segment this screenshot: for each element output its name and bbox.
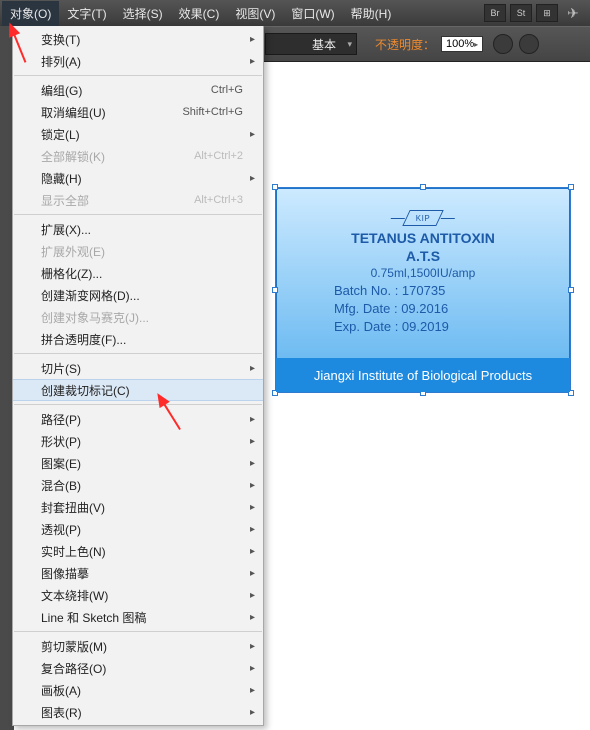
menu-item-shortcut: Shift+Ctrl+G bbox=[182, 106, 243, 118]
menu-item-label: 实时上色(N) bbox=[41, 543, 106, 560]
menu-item[interactable]: 封套扭曲(V) bbox=[13, 496, 263, 518]
menu-effect[interactable]: 效果(C) bbox=[171, 1, 228, 26]
doc-mfg: Mfg. Date : 09.2016 bbox=[334, 300, 570, 318]
stock-icon[interactable]: St bbox=[510, 4, 532, 22]
menu-item-shortcut: Alt+Ctrl+2 bbox=[194, 150, 243, 162]
menu-item[interactable]: 排列(A) bbox=[13, 50, 263, 72]
menu-item[interactable]: 隐藏(H) bbox=[13, 167, 263, 189]
menu-item[interactable]: 创建裁切标记(C) bbox=[13, 379, 263, 401]
menu-item[interactable]: 形状(P) bbox=[13, 430, 263, 452]
graphic-style-dropdown[interactable]: 基本 bbox=[265, 33, 357, 55]
menu-help[interactable]: 帮助(H) bbox=[343, 1, 400, 26]
selection-handle[interactable] bbox=[568, 287, 574, 293]
menu-item-label: Line 和 Sketch 图稿 bbox=[41, 609, 146, 626]
menu-item[interactable]: 创建渐变网格(D)... bbox=[13, 284, 263, 306]
menu-item-label: 路径(P) bbox=[41, 411, 81, 428]
menu-item-label: 文本绕排(W) bbox=[41, 587, 108, 604]
menu-item-label: 锁定(L) bbox=[41, 126, 80, 143]
menu-item[interactable]: 路径(P) bbox=[13, 408, 263, 430]
menu-item-label: 排列(A) bbox=[41, 53, 81, 70]
menu-item-label: 切片(S) bbox=[41, 360, 81, 377]
menu-item[interactable]: 栅格化(Z)... bbox=[13, 262, 263, 284]
menu-item-label: 创建对象马赛克(J)... bbox=[41, 309, 149, 326]
menu-item[interactable]: Line 和 Sketch 图稿 bbox=[13, 606, 263, 628]
menu-item[interactable]: 复合路径(O) bbox=[13, 657, 263, 679]
menu-item-label: 显示全部 bbox=[41, 192, 89, 209]
menu-item-label: 图像描摹 bbox=[41, 565, 89, 582]
menu-item-label: 扩展外观(E) bbox=[41, 243, 105, 260]
menu-item[interactable]: 透视(P) bbox=[13, 518, 263, 540]
menu-item-label: 创建渐变网格(D)... bbox=[41, 287, 140, 304]
opacity-value[interactable]: 100% bbox=[441, 36, 483, 52]
selection-handle[interactable] bbox=[568, 184, 574, 190]
menu-text[interactable]: 文字(T) bbox=[59, 1, 114, 26]
menu-item-label: 封套扭曲(V) bbox=[41, 499, 105, 516]
menu-item-label: 编组(G) bbox=[41, 82, 82, 99]
opacity-label: 不透明度： bbox=[375, 36, 435, 53]
menu-select[interactable]: 选择(S) bbox=[115, 1, 171, 26]
graphic-style-label: 基本 bbox=[312, 36, 336, 53]
arrange-docs-icon[interactable]: ⊞ bbox=[536, 4, 558, 22]
menu-item[interactable]: 扩展(X)... bbox=[13, 218, 263, 240]
appearance-icon[interactable] bbox=[519, 34, 539, 54]
recolor-icon[interactable] bbox=[493, 34, 513, 54]
menu-item[interactable]: 编组(G) Ctrl+G bbox=[13, 79, 263, 101]
selection-handle[interactable] bbox=[272, 184, 278, 190]
menu-item[interactable]: 拼合透明度(F)... bbox=[13, 328, 263, 350]
doc-footer: Jiangxi Institute of Biological Products bbox=[276, 358, 570, 392]
menu-item-label: 图案(E) bbox=[41, 455, 81, 472]
menu-window[interactable]: 窗口(W) bbox=[283, 1, 342, 26]
menu-item-label: 画板(A) bbox=[41, 682, 81, 699]
menu-item-label: 复合路径(O) bbox=[41, 660, 106, 677]
menu-item-label: 扩展(X)... bbox=[41, 221, 91, 238]
selection-handle[interactable] bbox=[420, 184, 426, 190]
doc-exp: Exp. Date : 09.2019 bbox=[334, 318, 570, 336]
menu-item: 创建对象马赛克(J)... bbox=[13, 306, 263, 328]
menu-item[interactable]: 取消编组(U) Shift+Ctrl+G bbox=[13, 101, 263, 123]
menu-view[interactable]: 视图(V) bbox=[227, 1, 283, 26]
doc-dose: 0.75ml,1500IU/amp bbox=[276, 266, 570, 280]
menubar-right: Br St ⊞ ✈ bbox=[484, 4, 590, 22]
menu-item[interactable]: 锁定(L) bbox=[13, 123, 263, 145]
menu-item-label: 拼合透明度(F)... bbox=[41, 331, 126, 348]
menu-item[interactable]: 剪切蒙版(M) bbox=[13, 635, 263, 657]
menu-item-shortcut: Ctrl+G bbox=[211, 84, 243, 96]
menu-item-label: 透视(P) bbox=[41, 521, 81, 538]
menu-item[interactable]: 混合(B) bbox=[13, 474, 263, 496]
menu-item-label: 图表(R) bbox=[41, 704, 82, 721]
menu-item: 扩展外观(E) bbox=[13, 240, 263, 262]
selection-handle[interactable] bbox=[272, 287, 278, 293]
menu-item: 全部解锁(K) Alt+Ctrl+2 bbox=[13, 145, 263, 167]
doc-ats: A.T.S bbox=[276, 248, 570, 264]
menu-item-label: 剪切蒙版(M) bbox=[41, 638, 107, 655]
object-menu-dropdown: 变换(T) 排列(A) 编组(G) Ctrl+G 取消编组(U) Shift+Ctrl+G… bbox=[12, 26, 264, 726]
canvas[interactable]: KIP TETANUS ANTITOXIN A.T.S 0.75ml,1500I… bbox=[265, 62, 589, 730]
menubar: 对象(O) 文字(T) 选择(S) 效果(C) 视图(V) 窗口(W) 帮助(H… bbox=[0, 0, 590, 26]
doc-info: Batch No. : 170735 Mfg. Date : 09.2016 E… bbox=[276, 282, 570, 336]
menu-item[interactable]: 实时上色(N) bbox=[13, 540, 263, 562]
menu-item[interactable]: 图像描摹 bbox=[13, 562, 263, 584]
menu-item: 显示全部 Alt+Ctrl+3 bbox=[13, 189, 263, 211]
gpu-icon[interactable]: ✈ bbox=[562, 4, 584, 22]
bridge-icon[interactable]: Br bbox=[484, 4, 506, 22]
menu-item[interactable]: 图表(R) bbox=[13, 701, 263, 723]
menu-item[interactable]: 文本绕排(W) bbox=[13, 584, 263, 606]
menu-item-label: 混合(B) bbox=[41, 477, 81, 494]
menu-item[interactable]: 图案(E) bbox=[13, 452, 263, 474]
menu-item-label: 栅格化(Z)... bbox=[41, 265, 102, 282]
menu-item-label: 变换(T) bbox=[41, 31, 80, 48]
menu-item[interactable]: 画板(A) bbox=[13, 679, 263, 701]
logo-icon: KIP bbox=[402, 210, 443, 226]
menu-item-label: 取消编组(U) bbox=[41, 104, 106, 121]
menu-item-label: 创建裁切标记(C) bbox=[41, 382, 130, 399]
menu-item-label: 形状(P) bbox=[41, 433, 81, 450]
doc-title: TETANUS ANTITOXIN bbox=[276, 230, 570, 246]
menu-item-label: 全部解锁(K) bbox=[41, 148, 105, 165]
doc-batch: Batch No. : 170735 bbox=[334, 282, 570, 300]
selected-object[interactable]: KIP TETANUS ANTITOXIN A.T.S 0.75ml,1500I… bbox=[275, 187, 571, 393]
menu-item-shortcut: Alt+Ctrl+3 bbox=[194, 194, 243, 206]
menu-item[interactable]: 变换(T) bbox=[13, 28, 263, 50]
menu-item-label: 隐藏(H) bbox=[41, 170, 82, 187]
menu-item[interactable]: 切片(S) bbox=[13, 357, 263, 379]
